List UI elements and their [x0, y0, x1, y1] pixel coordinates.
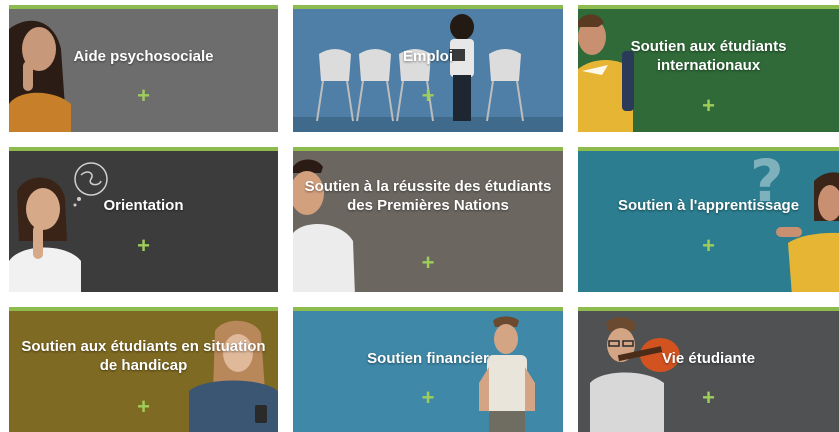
card-title: Soutien à l'apprentissage — [617, 197, 800, 214]
thinking-woman-photo — [9, 162, 108, 292]
woman-photo — [9, 20, 71, 132]
service-card-situation-handicap[interactable]: Soutien aux étudiants en situation de ha… — [9, 307, 278, 432]
plus-icon[interactable]: + — [9, 85, 278, 107]
card-title: Vie étudiante — [661, 350, 756, 367]
service-card-premieres-nations[interactable]: Soutien à la réussite des étudiants des … — [293, 147, 563, 292]
plus-icon[interactable]: + — [293, 387, 563, 409]
card-title: Emploi — [402, 48, 453, 65]
plus-icon[interactable]: + — [578, 95, 839, 117]
question-woman-photo: ? — [750, 151, 839, 292]
card-title: Aide psychosociale — [73, 48, 214, 65]
card-title: Orientation — [103, 197, 184, 214]
service-card-apprentissage[interactable]: ? Soutien à l'apprentissage + — [578, 147, 839, 292]
chairs-photo — [293, 14, 563, 132]
plus-icon[interactable]: + — [9, 235, 278, 257]
card-title: Soutien aux étudiants internationaux — [630, 38, 787, 74]
service-card-vie-etudiante[interactable]: Vie étudiante + — [578, 307, 839, 432]
service-card-emploi[interactable]: Emploi + — [293, 5, 563, 132]
plus-icon[interactable]: + — [293, 252, 563, 274]
plus-icon[interactable]: + — [578, 235, 839, 257]
empty-pockets-photo — [479, 316, 535, 432]
plus-icon[interactable]: + — [578, 387, 839, 409]
card-title: Soutien financier — [367, 350, 489, 367]
services-grid: Aide psychosociale + Emploi + Soutien au… — [0, 0, 839, 432]
card-title: Soutien aux étudiants en situation de ha… — [21, 338, 266, 374]
service-card-etudiants-internationaux[interactable]: Soutien aux étudiants internationaux + — [578, 5, 839, 132]
service-card-orientation[interactable]: Orientation + — [9, 147, 278, 292]
card-title: Soutien à la réussite des étudiants des … — [304, 178, 552, 214]
plus-icon[interactable]: + — [9, 396, 278, 418]
plus-icon[interactable]: + — [293, 85, 563, 107]
service-card-soutien-financier[interactable]: Soutien financier + — [293, 307, 563, 432]
guitar-player-photo — [590, 317, 680, 432]
service-card-aide-psychosociale[interactable]: Aide psychosociale + — [9, 5, 278, 132]
